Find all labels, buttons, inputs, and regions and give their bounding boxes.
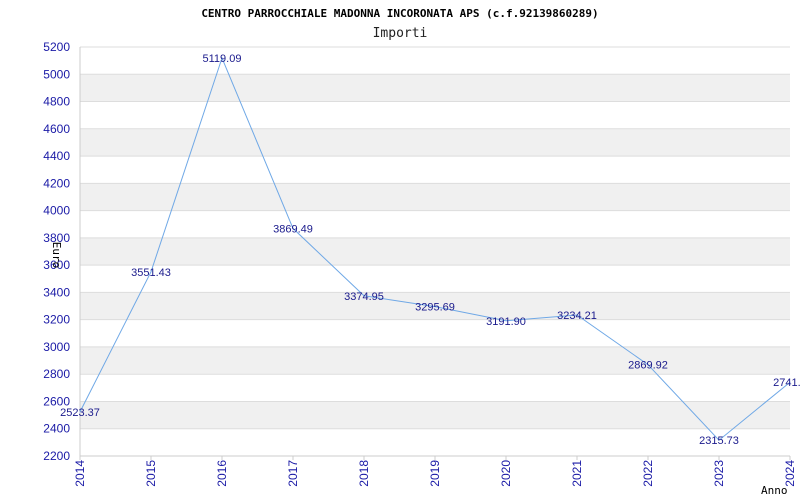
y-tick-label: 4000 [43, 204, 70, 218]
chart-title: CENTRO PARROCCHIALE MADONNA INCORONATA A… [201, 7, 598, 20]
y-tick-label: 2400 [43, 422, 70, 436]
data-label: 5119.09 [203, 53, 242, 65]
plot-band [80, 183, 790, 211]
y-tick-label: 4600 [43, 122, 70, 136]
plot-band [80, 74, 790, 102]
y-tick-label: 5200 [43, 40, 70, 54]
x-tick-label: 2016 [215, 460, 229, 487]
y-tick-label: 4400 [43, 149, 70, 163]
x-axis-label: Anno [761, 484, 788, 497]
x-tick-label: 2019 [428, 460, 442, 487]
x-tick-label: 2018 [357, 460, 371, 487]
y-axis-label: Euro [50, 242, 63, 269]
data-label: 3551.43 [131, 267, 171, 279]
x-tick-label: 2020 [499, 460, 513, 487]
x-tick-label: 2015 [144, 460, 158, 487]
plot-band [80, 401, 790, 429]
line-chart: CENTRO PARROCCHIALE MADONNA INCORONATA A… [43, 7, 800, 497]
y-tick-label: 2200 [43, 449, 70, 463]
data-label: 3191.90 [486, 316, 526, 328]
y-tick-label: 3200 [43, 313, 70, 327]
y-tick-label: 3000 [43, 340, 70, 354]
x-tick-label: 2022 [641, 460, 655, 487]
x-tick-label: 2014 [73, 460, 87, 487]
x-axis-ticks: 2014 2015 2016 2017 2018 2019 2020 2021 2022 2023… [73, 456, 797, 487]
data-label: 2315.73 [699, 435, 739, 447]
y-tick-label: 3400 [43, 285, 70, 299]
plot-band [80, 237, 790, 266]
x-tick-label: 2023 [712, 460, 726, 487]
data-label: 2741.1 [773, 377, 800, 389]
y-tick-label: 4800 [43, 95, 70, 109]
data-label: 3295.69 [415, 302, 455, 314]
data-label: 2523.37 [60, 407, 100, 419]
y-tick-label: 2800 [43, 367, 70, 381]
y-tick-label: 4200 [43, 176, 70, 190]
data-label: 3869.49 [273, 223, 313, 235]
data-label: 3234.21 [557, 310, 597, 322]
data-label: 3374.95 [344, 291, 384, 303]
plot-bands [80, 74, 790, 429]
y-tick-label: 5000 [43, 67, 70, 81]
plot-band [80, 128, 790, 157]
x-tick-label: 2017 [286, 460, 300, 487]
plot-band [80, 346, 790, 375]
x-tick-label: 2024 [783, 460, 797, 487]
chart-subtitle: Importi [373, 26, 428, 41]
data-label: 2869.92 [628, 360, 668, 372]
x-tick-label: 2021 [570, 460, 584, 487]
